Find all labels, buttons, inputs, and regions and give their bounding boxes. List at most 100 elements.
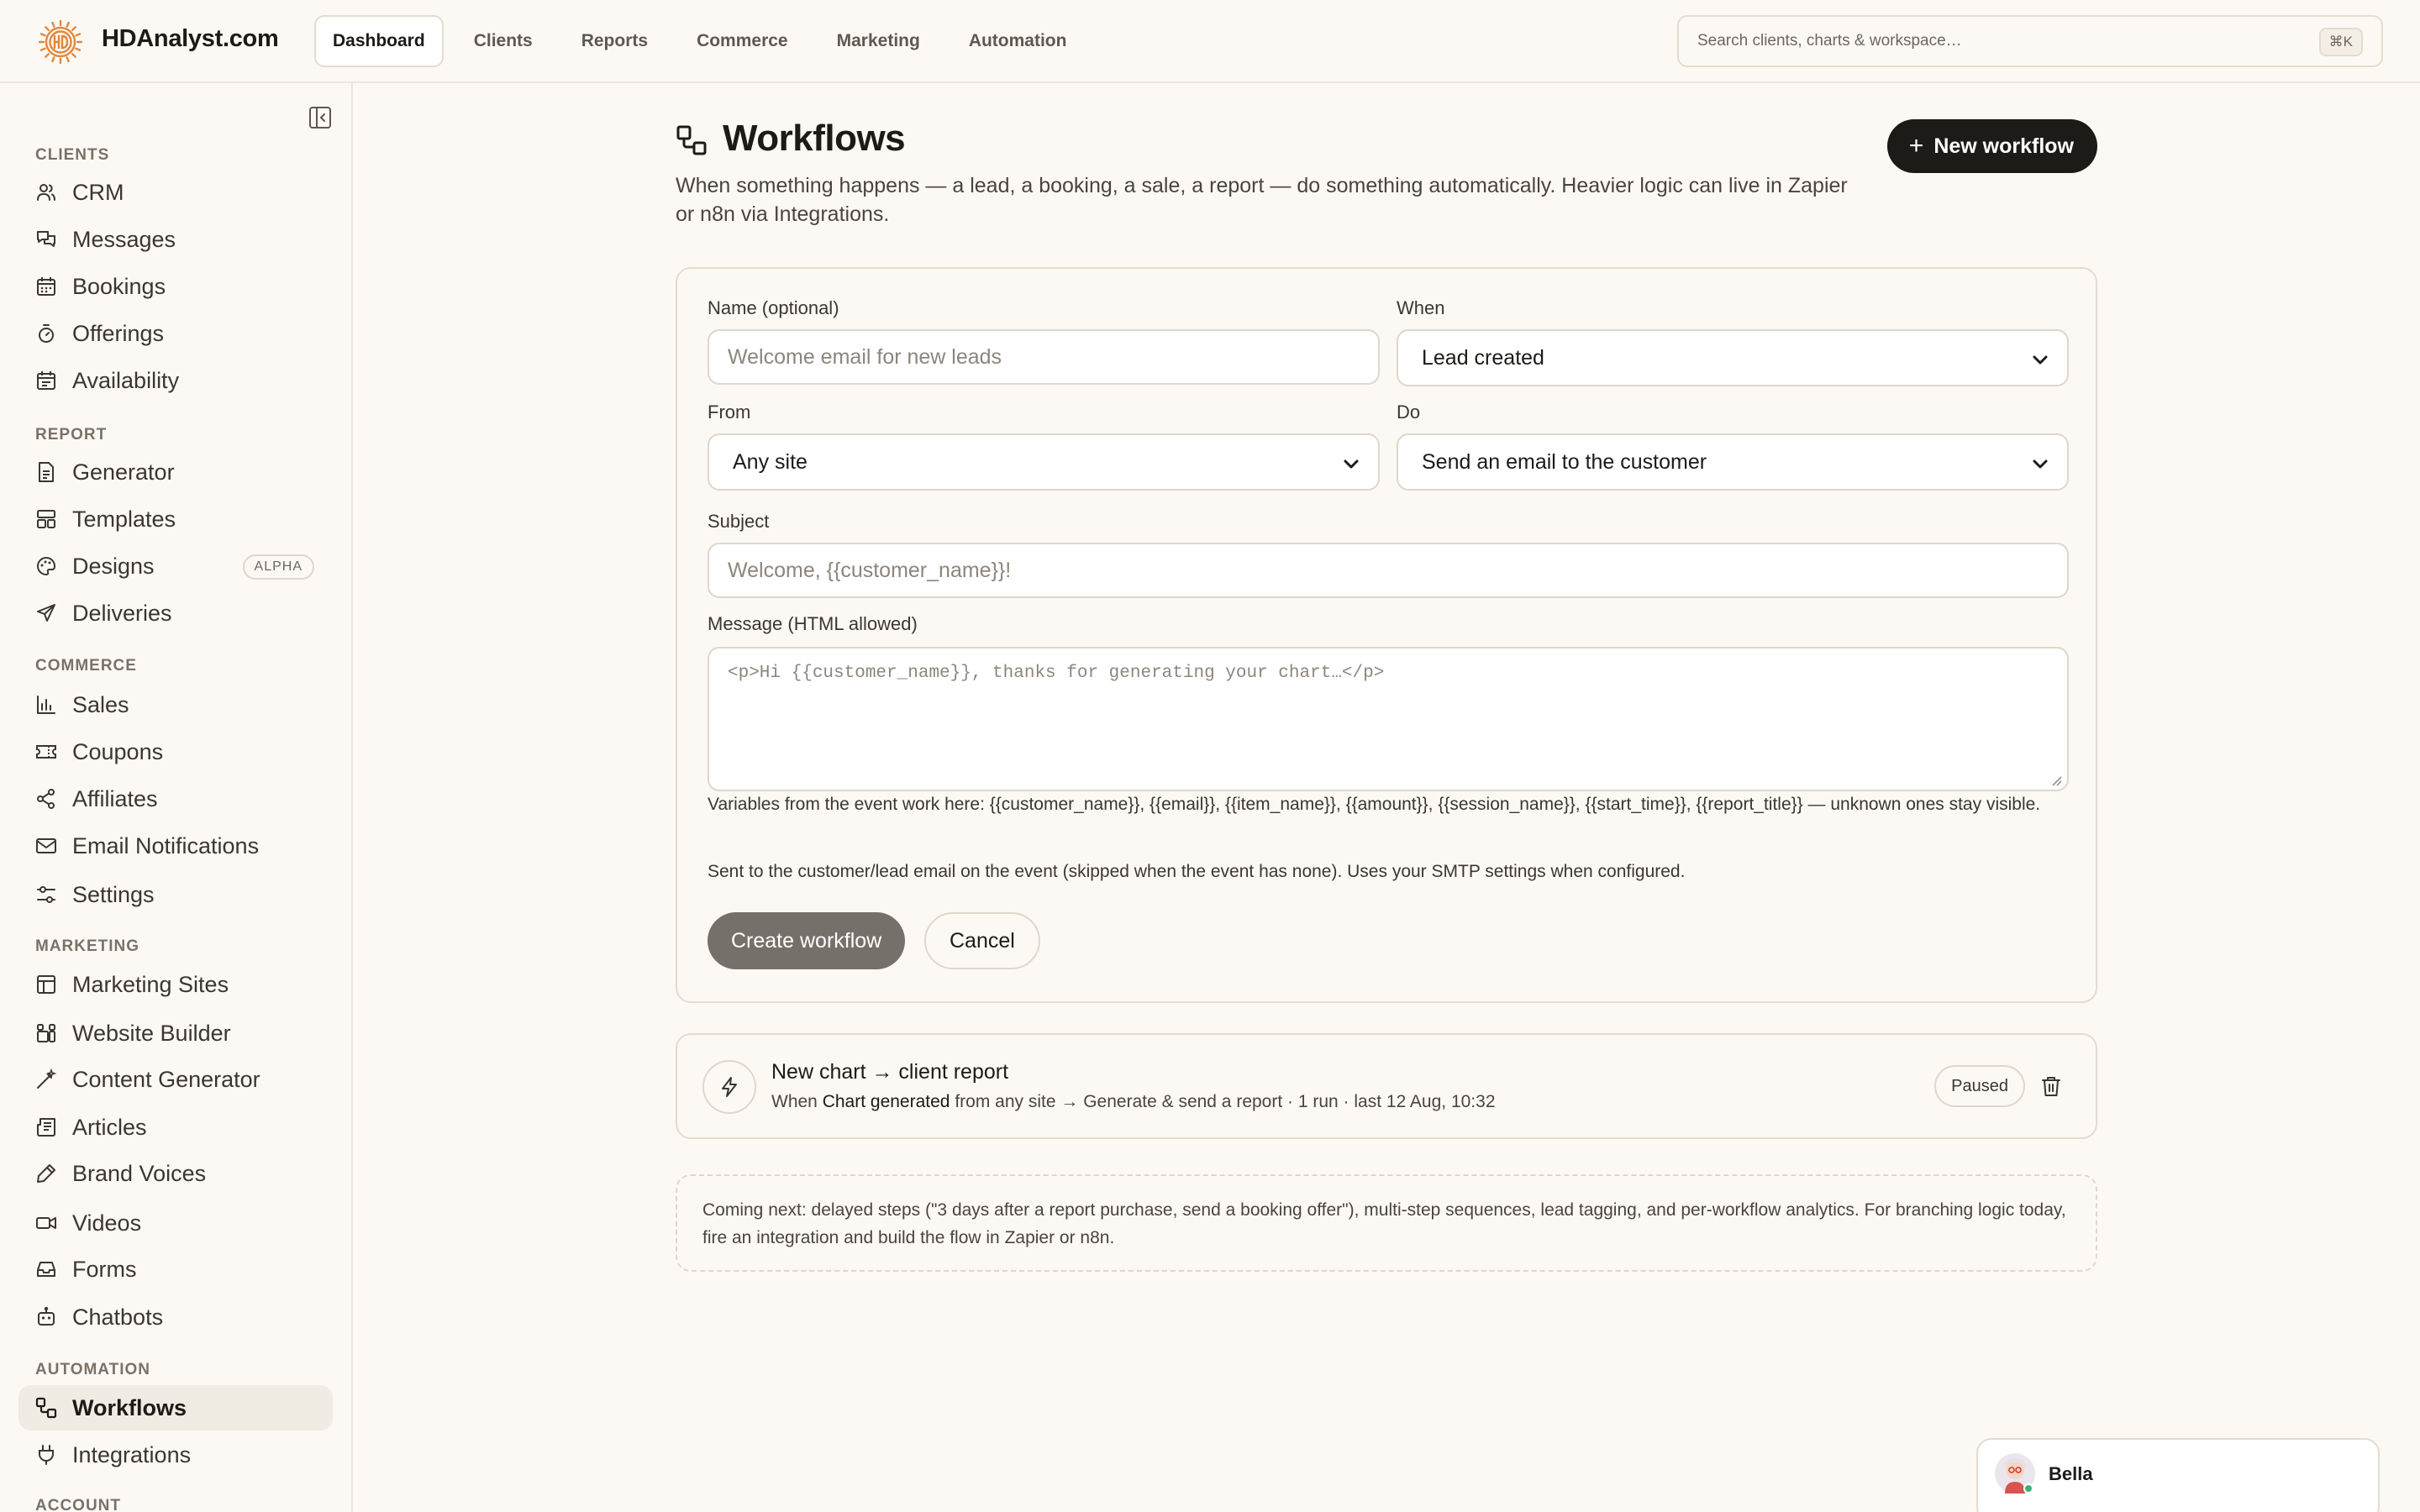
sidebar-item-label: Website Builder — [72, 1020, 231, 1046]
sidebar-item-content-generator[interactable]: Content Generator — [18, 1057, 333, 1102]
sidebar-item-label: Videos — [72, 1210, 142, 1236]
sidebar-item-label: Chatbots — [72, 1304, 164, 1330]
sidebar-item-label: Integrations — [72, 1441, 192, 1467]
workflow-meta-prefix: When — [771, 1092, 818, 1111]
sidebar-item-label: Marketing Sites — [72, 971, 229, 997]
name-label: Name (optional) — [708, 297, 839, 318]
sidebar-item-availability[interactable]: Availability — [18, 358, 333, 403]
new-workflow-button[interactable]: + New workflow — [1886, 119, 2097, 173]
sidebar-item-email-notifications[interactable]: Email Notifications — [18, 823, 333, 869]
brand-logo-icon[interactable] — [37, 18, 84, 66]
top-nav-commerce[interactable]: Commerce — [678, 15, 807, 67]
when-select[interactable]: Lead created — [1397, 329, 2069, 386]
collapse-sidebar-icon[interactable] — [308, 105, 333, 130]
do-label: Do — [1397, 402, 1421, 423]
sidebar-item-website-builder[interactable]: Website Builder — [18, 1011, 333, 1056]
subject-label: Subject — [708, 511, 770, 532]
sidebar-item-videos[interactable]: Videos — [18, 1200, 333, 1246]
cancel-button[interactable]: Cancel — [924, 912, 1040, 969]
page-header: Workflows When something happens — a lea… — [676, 118, 2097, 235]
lightning-bolt-icon — [722, 1077, 737, 1097]
top-nav-automation[interactable]: Automation — [950, 15, 1086, 67]
from-label: From — [708, 402, 751, 423]
trash-icon[interactable] — [2040, 1075, 2062, 1097]
sidebar-item-label: Coupons — [72, 738, 164, 764]
calendar-icon — [37, 277, 55, 296]
sidebar-item-label: CRM — [72, 179, 124, 205]
plug-icon — [39, 1445, 54, 1465]
sidebar-item-bookings[interactable]: Bookings — [18, 264, 333, 309]
sidebar-item-templates[interactable]: Templates — [18, 496, 333, 542]
video-camera-icon — [36, 1217, 56, 1229]
sidebar-item-integrations[interactable]: Integrations — [18, 1432, 333, 1478]
message-label: Message (HTML allowed) — [708, 613, 918, 634]
sidebar-item-label: Settings — [72, 881, 155, 907]
top-nav-reports[interactable]: Reports — [563, 15, 666, 67]
message-textarea[interactable] — [708, 647, 2069, 791]
subject-input[interactable] — [708, 543, 2069, 598]
name-input[interactable] — [708, 329, 1380, 385]
sidebar-item-forms[interactable]: Forms — [18, 1247, 333, 1292]
section-label-clients: CLIENTS — [35, 146, 110, 164]
alpha-badge: ALPHA — [242, 554, 314, 580]
sidebar-item-articles[interactable]: Articles — [18, 1105, 333, 1150]
page-title: Workflows — [723, 118, 906, 159]
stopwatch-icon — [39, 324, 54, 343]
sidebar-item-deliveries[interactable]: Deliveries — [18, 591, 333, 636]
sidebar-item-workflows[interactable]: Workflows — [18, 1385, 333, 1431]
do-select-value: Send an email to the customer — [1422, 449, 1707, 474]
workflow-meta: When Chart generated from any site → Gen… — [771, 1092, 1496, 1112]
share-icon — [37, 789, 55, 809]
sidebar-item-sales[interactable]: Sales — [18, 682, 333, 727]
sidebar-item-messages[interactable]: Messages — [18, 217, 333, 262]
section-label-automation: AUTOMATION — [35, 1361, 151, 1378]
workflow-form-card: Name (optional) When Lead created From A… — [676, 267, 2097, 1003]
top-nav-dashboard[interactable]: Dashboard — [314, 15, 444, 67]
do-select[interactable]: Send an email to the customer — [1397, 433, 2069, 491]
sidebar-item-label: Articles — [72, 1114, 147, 1140]
top-bar: HDAnalyst.com Dashboard Clients Reports … — [0, 0, 2420, 83]
section-label-report: REPORT — [35, 426, 108, 444]
chat-widget[interactable]: Bella — [1976, 1438, 2380, 1512]
sidebar-item-chatbots[interactable]: Chatbots — [18, 1294, 333, 1340]
users-icon — [37, 184, 55, 201]
coming-next-note: Coming next: delayed steps ("3 days afte… — [676, 1174, 2097, 1272]
robot-icon — [38, 1306, 55, 1326]
from-select-value: Any site — [733, 449, 808, 474]
sidebar-item-label: Forms — [72, 1256, 137, 1282]
sidebar-item-label: Bookings — [72, 273, 166, 299]
workflow-status-toggle[interactable]: Paused — [1934, 1065, 2025, 1107]
layout-template-icon — [37, 510, 55, 528]
workflow-icon — [676, 125, 707, 155]
plus-icon: + — [1908, 132, 1924, 160]
workflow-list-item[interactable]: New chart → client report When Chart gen… — [676, 1033, 2097, 1139]
sidebar-item-brand-voices[interactable]: Brand Voices — [18, 1151, 333, 1196]
sidebar-item-offerings[interactable]: Offerings — [18, 311, 333, 356]
inbox-icon — [37, 1262, 55, 1277]
sidebar-item-marketing-sites[interactable]: Marketing Sites — [18, 962, 333, 1007]
sidebar-item-label: Templates — [72, 506, 176, 532]
resize-handle-icon[interactable] — [2049, 773, 2062, 786]
search-shortcut-badge: ⌘K — [2318, 28, 2363, 56]
from-select[interactable]: Any site — [708, 433, 1380, 491]
sidebar-item-coupons[interactable]: Coupons — [18, 729, 333, 774]
sidebar-item-generator[interactable]: Generator — [18, 449, 333, 495]
sidebar-item-designs[interactable]: Designs ALPHA — [18, 543, 333, 589]
sidebar-item-settings[interactable]: Settings — [18, 872, 333, 917]
sidebar-item-label: Sales — [72, 691, 129, 717]
chevron-down-icon — [2033, 459, 2048, 469]
top-nav-clients[interactable]: Clients — [455, 15, 551, 67]
magic-wand-icon — [37, 1068, 57, 1089]
chevron-down-icon — [2033, 355, 2048, 365]
sidebar-item-affiliates[interactable]: Affiliates — [18, 776, 333, 822]
sliders-icon — [37, 886, 55, 903]
palette-icon — [37, 556, 56, 576]
search-input[interactable] — [1697, 32, 2286, 50]
page-description: When something happens — a lead, a booki… — [676, 174, 1848, 226]
top-nav-marketing[interactable]: Marketing — [818, 15, 939, 67]
create-workflow-button[interactable]: Create workflow — [708, 912, 906, 969]
workflow-icon — [35, 1397, 57, 1419]
workflow-trigger: Chart generated — [822, 1092, 950, 1111]
brand-name[interactable]: HDAnalyst.com — [102, 25, 279, 53]
sidebar-item-crm[interactable]: CRM — [18, 170, 333, 215]
